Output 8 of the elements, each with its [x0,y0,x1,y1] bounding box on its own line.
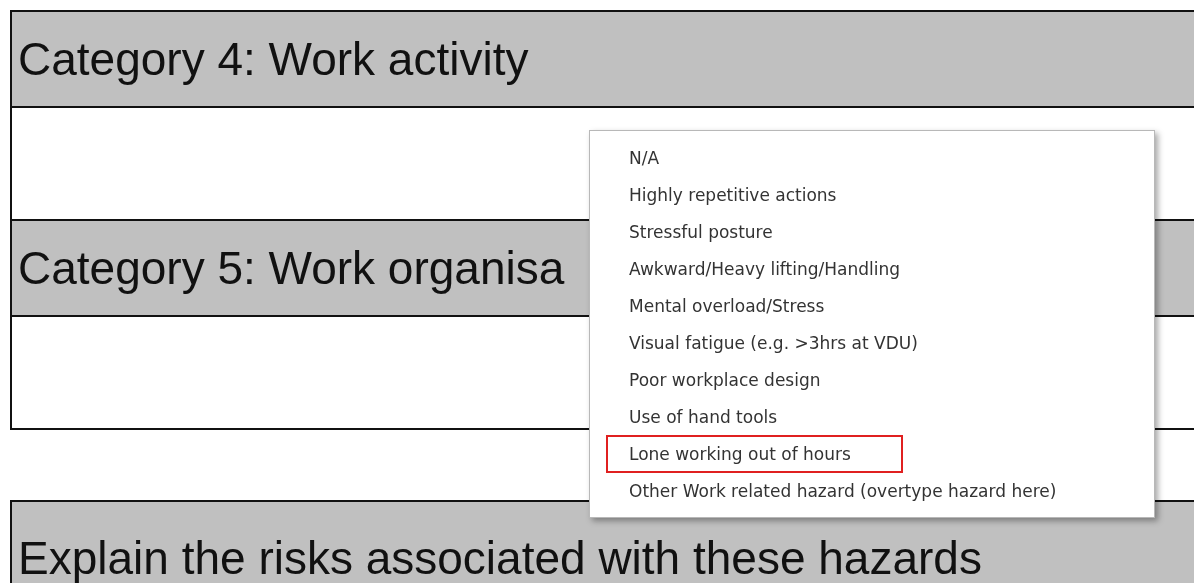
section-heading: Category 4: Work activity [12,12,1194,108]
menu-item[interactable]: N/A [606,138,712,177]
menu-item[interactable]: Lone working out of hours [606,434,903,473]
menu-item[interactable]: Use of hand tools [606,397,830,436]
menu-item[interactable]: Visual fatigue (e.g. >3hrs at VDU) [606,323,970,362]
menu-item[interactable]: Poor workplace design [606,360,873,399]
menu-item[interactable]: Awkward/Heavy lifting/Handling [606,249,952,288]
menu-item[interactable]: Highly repetitive actions [606,175,889,214]
